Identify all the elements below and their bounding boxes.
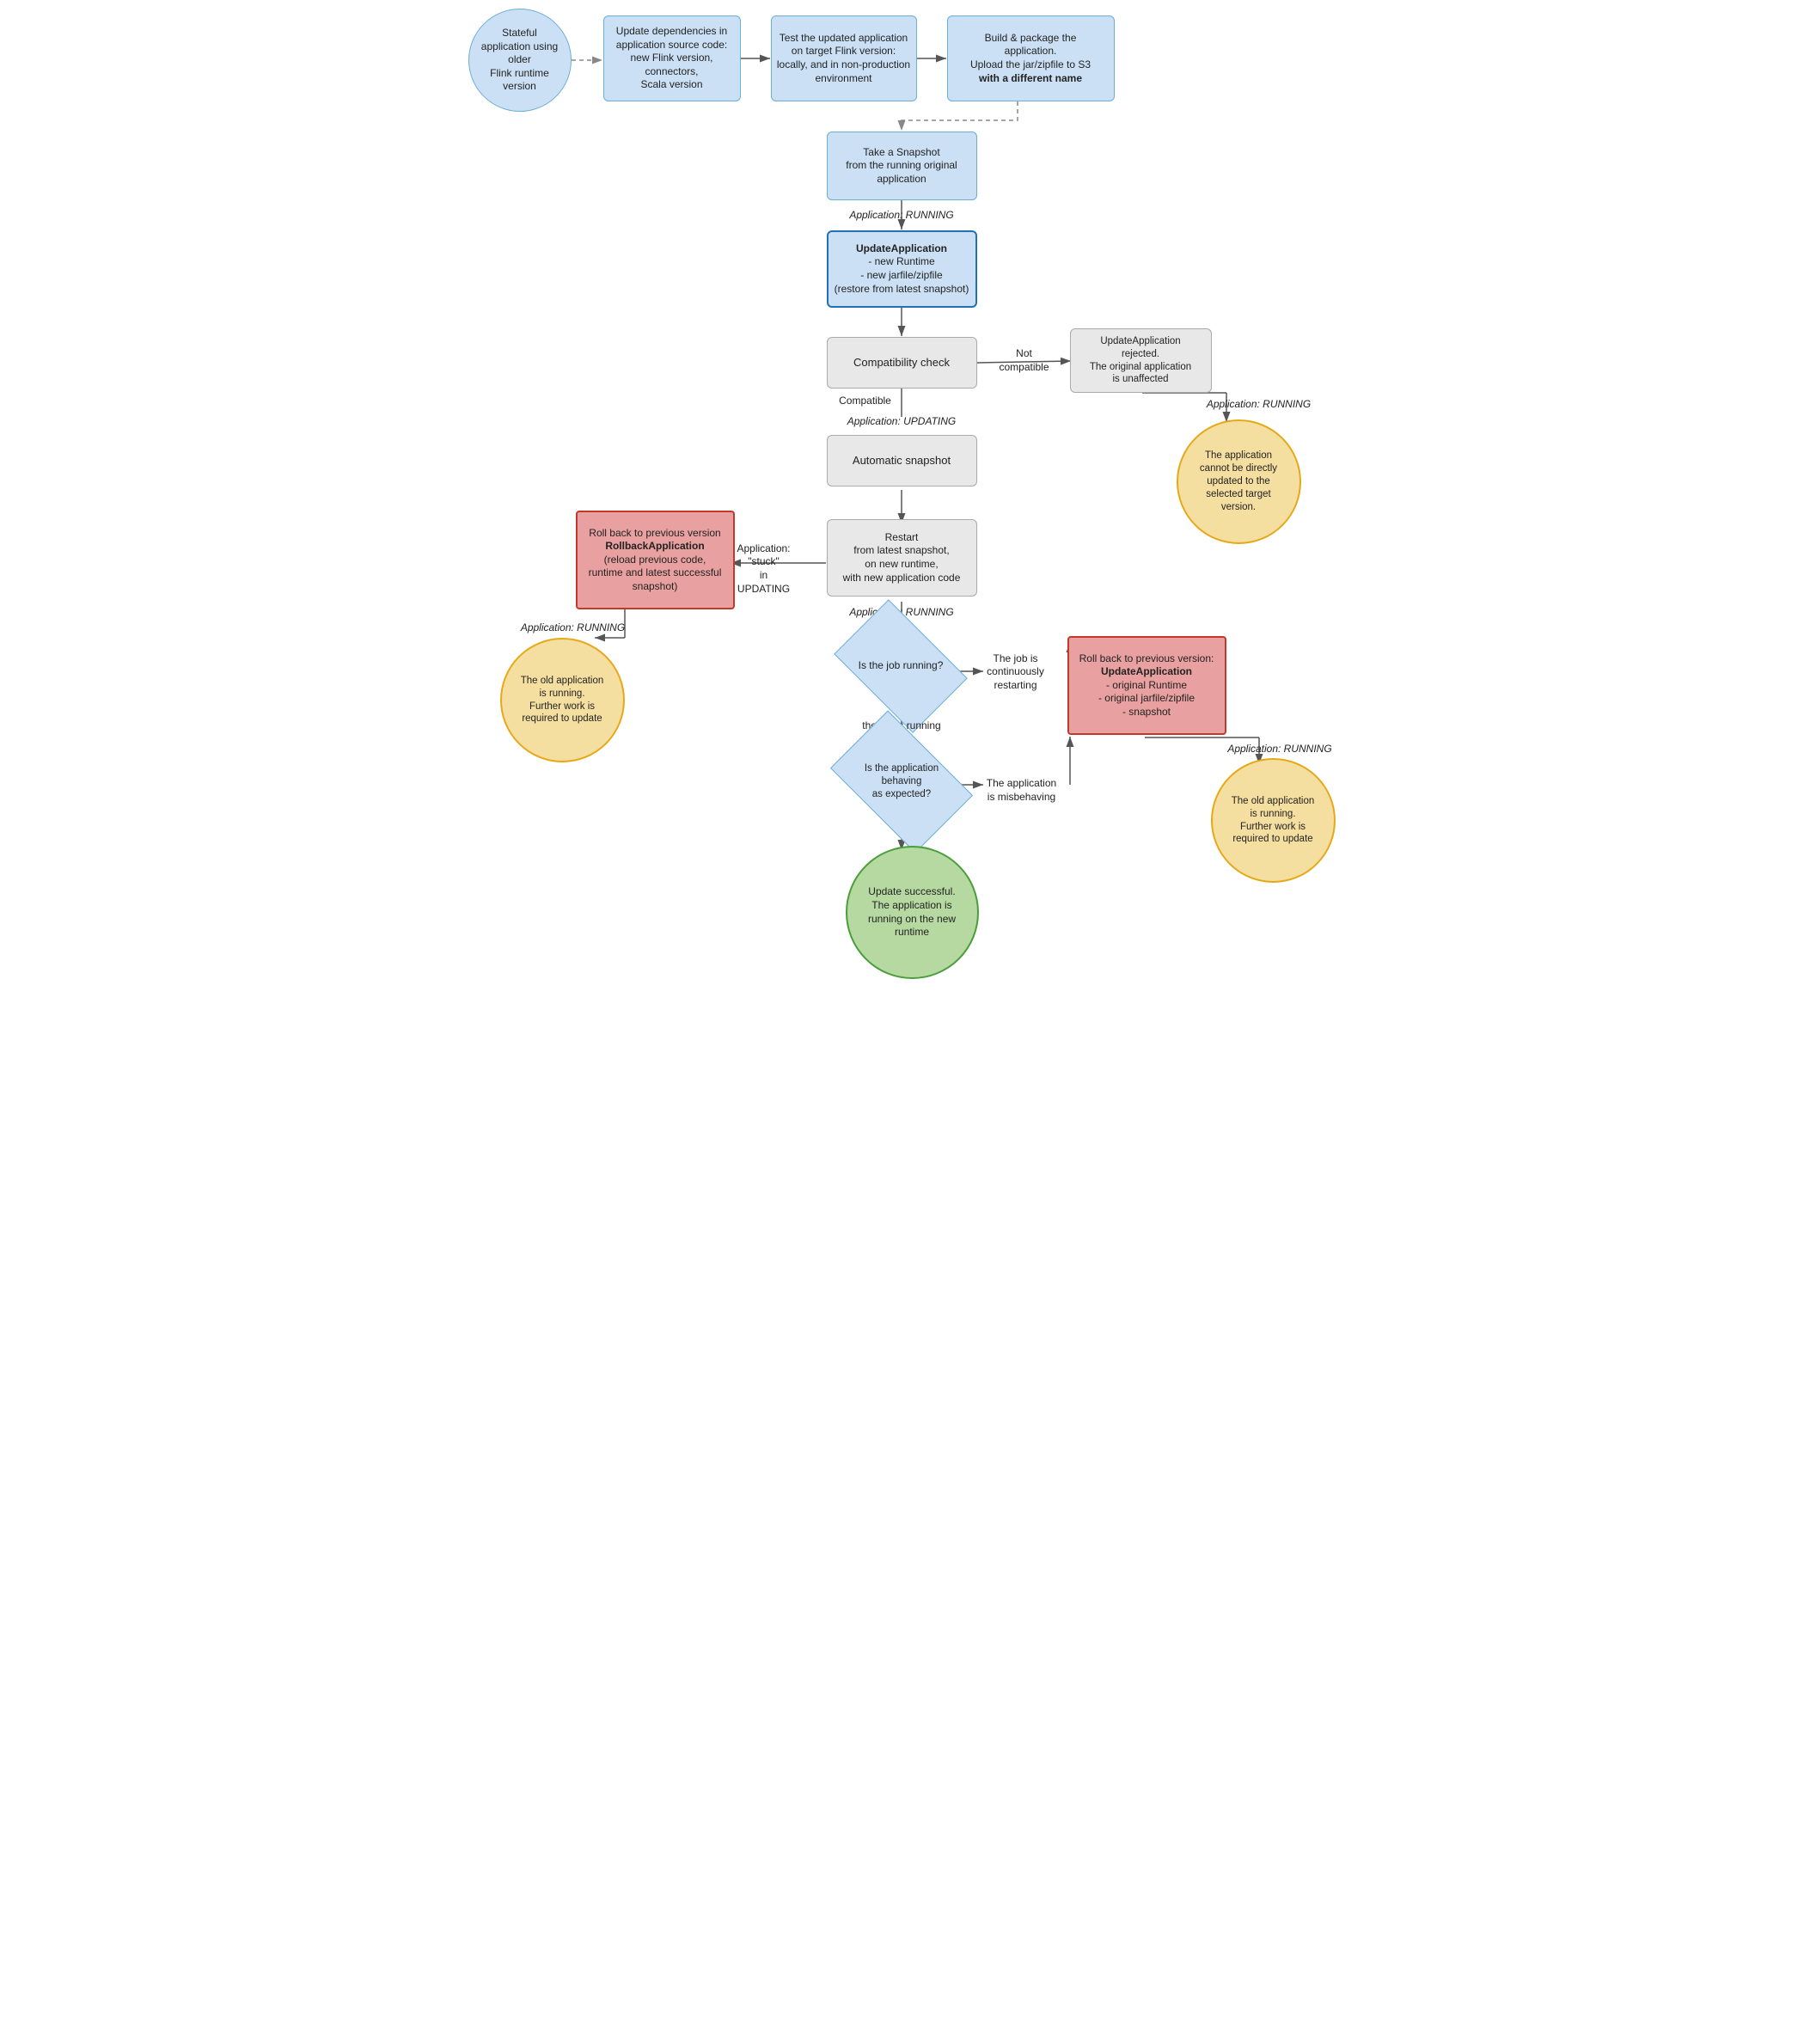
update-rejected-node: UpdateApplication rejected. The original… [1070, 328, 1212, 393]
update-application-label: UpdateApplication - new Runtime - new ja… [835, 242, 969, 296]
automatic-snapshot-label: Automatic snapshot [853, 454, 951, 468]
compatibility-check-label: Compatibility check [853, 356, 950, 370]
is-job-running-label: Is the job running? [846, 628, 956, 704]
update-deps-node: Update dependencies in application sourc… [603, 15, 741, 101]
rollback-update-node: Roll back to previous version: UpdateApp… [1067, 636, 1226, 735]
build-package-label: Build & package the application. Upload … [970, 32, 1091, 85]
is-app-behaving-label: Is the applicationbehavingas expected? [842, 742, 961, 822]
test-updated-node: Test the updated application on target F… [771, 15, 917, 101]
flowchart-diagram: Stateful application using older Flink r… [453, 0, 1358, 1022]
update-successful-node: Update successful. The application is ru… [846, 846, 979, 979]
compatibility-check-node: Compatibility check [827, 337, 977, 389]
job-continuously-label: The job is continuously restarting [969, 650, 1063, 695]
update-application-node: UpdateApplication - new Runtime - new ja… [827, 230, 977, 308]
not-compatible-label: Notcompatible [986, 346, 1063, 376]
app-running-label-2: Application: RUNNING [1182, 397, 1336, 413]
restart-node: Restart from latest snapshot, on new run… [827, 519, 977, 597]
compatible-label: Compatible [827, 394, 904, 409]
take-snapshot-node: Take a Snapshot from the running origina… [827, 132, 977, 200]
build-package-node: Build & package the application. Upload … [947, 15, 1115, 101]
stateful-app-node: Stateful application using older Flink r… [468, 9, 572, 112]
app-running-label-3: Application: RUNNING [487, 621, 659, 636]
app-updating-label: Application: UPDATING [827, 414, 977, 430]
app-running-label-5: Application: RUNNING [1201, 742, 1360, 757]
test-updated-label: Test the updated application on target F… [777, 32, 910, 85]
rollback-box-node: Roll back to previous version RollbackAp… [576, 511, 735, 609]
old-app-running-1-node: The old application is running. Further … [500, 638, 625, 762]
update-deps-label: Update dependencies in application sourc… [616, 25, 727, 92]
cannot-update-node: The application cannot be directly updat… [1177, 419, 1301, 544]
stateful-app-label: Stateful application using older Flink r… [481, 27, 558, 94]
take-snapshot-label: Take a Snapshot from the running origina… [846, 146, 957, 187]
app-running-label-1: Application: RUNNING [827, 208, 977, 223]
automatic-snapshot-node: Automatic snapshot [827, 435, 977, 487]
app-misbehaving-label: The application is misbehaving [975, 774, 1069, 808]
old-app-running-2-node: The old application is running. Further … [1211, 758, 1336, 883]
